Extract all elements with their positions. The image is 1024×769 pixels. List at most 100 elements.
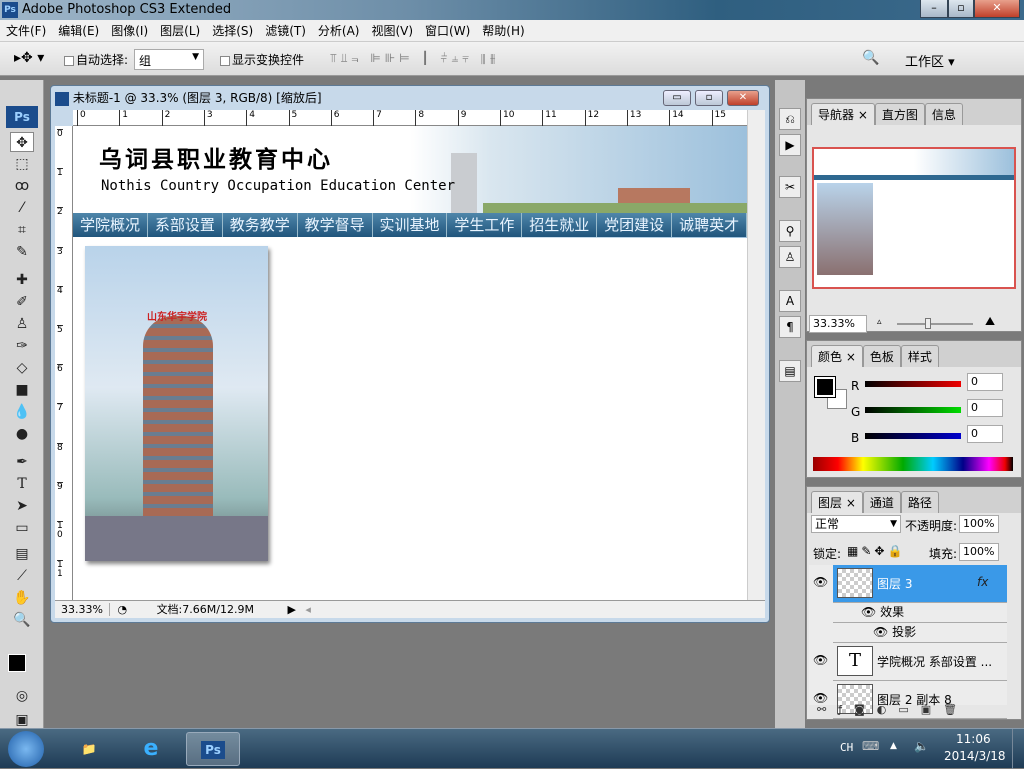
auto-select-checkbox[interactable]: 自动选择: [64,51,128,68]
explorer-taskbar-icon[interactable]: 📁 [62,732,116,766]
minimize-button[interactable]: – [920,0,948,18]
drop-shadow-row[interactable]: 👁 投影 [833,623,1007,643]
ie-taskbar-icon[interactable]: e [124,732,178,766]
history-brush-icon[interactable]: ✑ [10,336,34,356]
clock-time[interactable]: 11:06 [956,732,991,746]
menu-select[interactable]: 选择(S) [206,20,259,42]
menu-window[interactable]: 窗口(W) [419,20,476,42]
tab-navigator[interactable]: 导航器 × [811,103,875,125]
pen-tool-icon[interactable]: ✒ [10,452,34,472]
foreground-swatch[interactable] [814,376,836,398]
menu-edit[interactable]: 编辑(E) [52,20,105,42]
zoom-slider[interactable] [897,318,973,329]
paragraph-panel-icon[interactable]: ¶ [779,316,801,338]
close-button[interactable]: ✕ [974,0,1020,18]
g-slider[interactable] [865,407,961,413]
b-slider[interactable] [865,433,961,439]
eraser-tool-icon[interactable]: ◇ [10,358,34,378]
canvas[interactable]: 乌词县职业教育中心 Nothis Country Occupation Educ… [73,126,747,600]
quick-mask-icon[interactable]: ◎ [10,686,34,706]
show-desktop-button[interactable] [1012,729,1024,769]
lock-icons[interactable]: ▦✎✥🔒 [847,544,905,558]
doc-maximize-button[interactable]: ▫ [695,90,723,106]
menu-image[interactable]: 图像(I) [105,20,154,42]
tab-styles[interactable]: 样式 [900,345,939,367]
auto-select-dropdown[interactable]: 组 ▼ [134,49,204,70]
shape-tool-icon[interactable]: ▭ [10,518,34,538]
stamp-tool-icon[interactable]: ♙ [10,314,34,334]
eyedropper-icon[interactable]: ⟋ [10,566,34,586]
menu-analysis[interactable]: 分析(A) [312,20,366,42]
status-menu-arrow-icon[interactable]: ▶ [287,603,295,616]
eye-icon[interactable]: 👁 [813,575,828,589]
show-hidden-icons[interactable]: ▲ [890,741,897,751]
history-panel-icon[interactable]: ⎌ [779,108,801,130]
layer-comps-icon[interactable]: ▤ [779,360,801,382]
marquee-tool-icon[interactable]: ⬚ [10,154,34,174]
zoom-in-icon[interactable]: ⛰ [985,314,995,329]
zoom-out-icon[interactable]: ▵ [877,317,882,327]
keyboard-icon[interactable]: ⌨ [862,739,879,753]
crop-tool-icon[interactable]: ⌗ [10,220,34,240]
tab-info[interactable]: 信息 [924,103,963,125]
eye-icon[interactable]: 👁 [813,653,828,667]
language-indicator[interactable]: CH [840,741,853,754]
vertical-scrollbar[interactable] [747,110,765,600]
effects-row[interactable]: 👁 效果 [833,603,1007,623]
layer-row[interactable]: T 学院概况 系部设置 ... [833,643,1007,681]
tab-channels[interactable]: 通道 [862,491,901,513]
tab-swatches[interactable]: 色板 [862,345,901,367]
opacity-input[interactable]: 100% [959,515,999,533]
move-tool-icon[interactable]: ✥ [10,132,34,152]
fill-input[interactable]: 100% [959,543,999,561]
layer-actions-icons[interactable]: ⚯ƒ◙◐▭▣🗑 [817,703,969,716]
volume-icon[interactable]: 🔈 [914,739,929,753]
lasso-tool-icon[interactable]: ꝏ [10,176,34,196]
menu-file[interactable]: 文件(F) [0,20,52,42]
g-input[interactable]: 0 [967,399,1003,417]
clone-source-icon[interactable]: ♙ [779,246,801,268]
actions-panel-icon[interactable]: ▶ [779,134,801,156]
foreground-color-swatch[interactable] [8,654,26,672]
blur-tool-icon[interactable]: 💧 [10,402,34,422]
start-button[interactable] [8,731,44,767]
type-tool-icon[interactable]: T [10,474,34,494]
magic-wand-icon[interactable]: ⁄ [10,198,34,218]
brushes-panel-icon[interactable]: ⚲ [779,220,801,242]
align-buttons-icon[interactable]: ⫪⫫⫬ ⊫⊪⊨ ┃ ⫩⫨⫧ ⫴⫵ [330,51,499,66]
menu-filter[interactable]: 滤镜(T) [259,20,312,42]
tool-presets-icon[interactable]: ✂ [779,176,801,198]
workspace-button[interactable]: 工作区 ▾ [905,51,955,70]
tab-histogram[interactable]: 直方图 [874,103,925,125]
b-input[interactable]: 0 [967,425,1003,443]
layer-row[interactable]: 图层 3 fx [833,565,1007,603]
eye-icon[interactable]: 👁 [861,605,876,619]
doc-minimize-button[interactable]: ▭ [663,90,691,106]
hand-tool-icon[interactable]: ✋ [10,588,34,608]
r-input[interactable]: 0 [967,373,1003,391]
menu-help[interactable]: 帮助(H) [476,20,530,42]
eye-icon[interactable]: 👁 [873,625,888,639]
path-select-icon[interactable]: ➤ [10,496,34,516]
move-tool-preset-icon[interactable]: ▸✥ ▾ [14,50,44,66]
dodge-tool-icon[interactable]: ● [10,424,34,444]
blend-mode-dropdown[interactable]: 正常 ▼ [811,515,901,533]
tab-layers[interactable]: 图层 × [811,491,863,513]
menu-view[interactable]: 视图(V) [365,20,419,42]
healing-brush-icon[interactable]: ✚ [10,270,34,290]
screen-mode-icon[interactable]: ▣ [10,710,34,730]
bridge-icon[interactable]: 🔍 [862,50,879,66]
maximize-button[interactable]: ▫ [948,0,974,18]
notes-tool-icon[interactable]: ▤ [10,544,34,564]
menu-layer[interactable]: 图层(L) [154,20,206,42]
doc-close-button[interactable]: ✕ [727,90,759,106]
horizontal-scrollbar[interactable]: ◂ [305,603,311,616]
brush-tool-icon[interactable]: ✐ [10,292,34,312]
photoshop-taskbar-button[interactable]: Ps [186,732,240,766]
navigator-zoom-input[interactable]: 33.33% [809,315,867,333]
navigator-preview[interactable] [812,147,1016,289]
color-ramp[interactable] [813,457,1013,471]
character-panel-icon[interactable]: A [779,290,801,312]
zoom-tool-icon[interactable]: 🔍 [10,610,34,630]
r-slider[interactable] [865,381,961,387]
